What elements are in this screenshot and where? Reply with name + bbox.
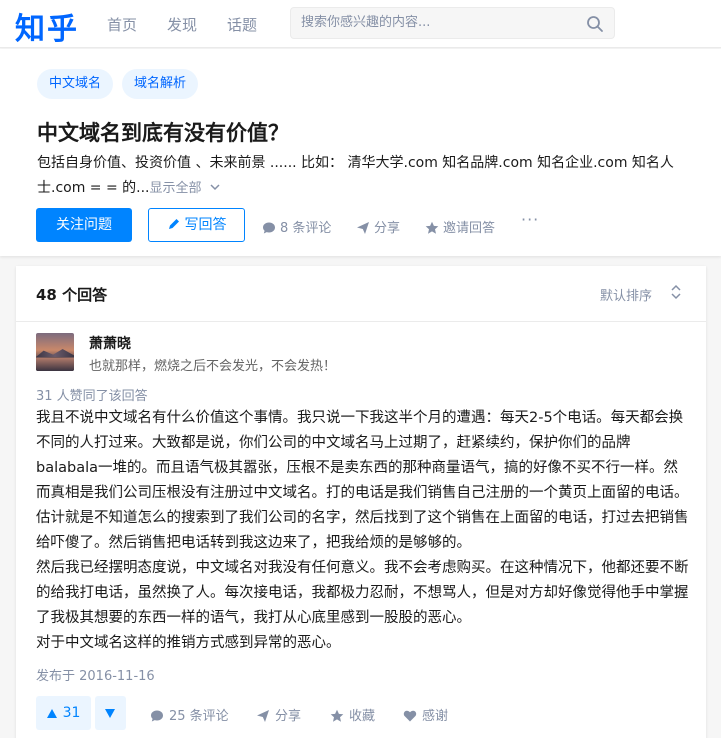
- write-answer-button[interactable]: 写回答: [148, 208, 245, 242]
- sort-icon[interactable]: [670, 284, 682, 300]
- invite-answer-button[interactable]: 邀请回答: [425, 217, 495, 236]
- collect-icon: [330, 709, 344, 722]
- answer-paragraph: 然后我已经摆明态度说，中文域名对我没有任何意义。我不会考虑购买。在这种情况下，他…: [36, 560, 689, 626]
- search-icon[interactable]: [586, 15, 604, 33]
- question-header: 中文域名 域名解析 中文域名到底有没有价值？ 包括自身价值、投资价值 、未来前景…: [0, 49, 721, 256]
- answer-count: 48 个回答: [36, 286, 108, 304]
- comment-icon: [263, 222, 275, 234]
- answer-paragraph: 我且不说中文域名有什么价值这个事情。我只说一下我这半个月的遭遇：每天2-5个电话…: [36, 410, 689, 551]
- answer-content: 我且不说中文域名有什么价值这个事情。我只说一下我这半个月的遭遇：每天2-5个电话…: [36, 406, 691, 656]
- search-box[interactable]: 搜索你感兴趣的内容...: [290, 7, 615, 39]
- upvote-button[interactable]: 31: [36, 696, 91, 730]
- question-title: 中文域名到底有没有价值？: [37, 121, 289, 145]
- question-comments-button[interactable]: 8 条评论: [262, 217, 331, 236]
- downvote-icon: [105, 709, 115, 718]
- top-nav: 知乎 首页 发现 话题 搜索你感兴趣的内容...: [0, 0, 721, 48]
- collect-button[interactable]: 收藏: [330, 705, 375, 724]
- nav-topics[interactable]: 话题: [227, 14, 257, 35]
- chevron-down-icon: [210, 184, 220, 191]
- author-bio: 也就那样，燃烧之后不会发光，不会发热！: [89, 359, 337, 374]
- question-description-text: 包括自身价值、投资价值 、未来前景 ...... 比如： 清华大学.com 知名…: [37, 155, 674, 196]
- answer-list: 48 个回答 默认排序 萧萧晓 也就那样，燃烧之后不会发光，不会发热！ 31 人…: [16, 266, 706, 738]
- thanks-button[interactable]: 感谢: [403, 705, 448, 724]
- zhihu-logo[interactable]: 知乎: [15, 4, 79, 48]
- answer-share-button[interactable]: 分享: [256, 705, 301, 724]
- write-answer-label: 写回答: [184, 217, 227, 233]
- upvote-icon: [46, 709, 57, 718]
- share-icon: [257, 710, 269, 722]
- topic-tag[interactable]: 域名解析: [122, 69, 199, 99]
- pencil-icon: [168, 219, 179, 229]
- more-icon[interactable]: ···: [521, 210, 539, 229]
- follow-question-button[interactable]: 关注问题: [36, 208, 132, 242]
- sort-dropdown[interactable]: 默认排序: [600, 285, 652, 304]
- answer-comments-button[interactable]: 25 条评论: [150, 705, 229, 724]
- answer-paragraph: 对于中文域名这样的推销方式感到异常的恶心。: [36, 635, 341, 651]
- avatar[interactable]: [36, 333, 74, 371]
- nav-explore[interactable]: 发现: [167, 14, 197, 35]
- author-name[interactable]: 萧萧晓: [89, 333, 131, 353]
- comment-icon: [151, 710, 163, 722]
- show-all-link[interactable]: 显示全部: [150, 181, 221, 196]
- nav-home[interactable]: 首页: [107, 14, 137, 35]
- topic-tag[interactable]: 中文域名: [37, 69, 114, 99]
- question-share-button[interactable]: 分享: [356, 217, 400, 236]
- divider: [16, 321, 706, 322]
- publish-date[interactable]: 发布于 2016-11-16: [36, 665, 155, 684]
- voters-count[interactable]: 31 人赞同了该回答: [36, 385, 148, 404]
- heart-icon: [403, 710, 417, 722]
- downvote-button[interactable]: [95, 696, 126, 730]
- invite-icon: [425, 221, 439, 234]
- search-input[interactable]: 搜索你感兴趣的内容...: [301, 8, 430, 38]
- share-icon: [357, 222, 369, 234]
- question-description: 包括自身价值、投资价值 、未来前景 ...... 比如： 清华大学.com 知名…: [37, 151, 697, 201]
